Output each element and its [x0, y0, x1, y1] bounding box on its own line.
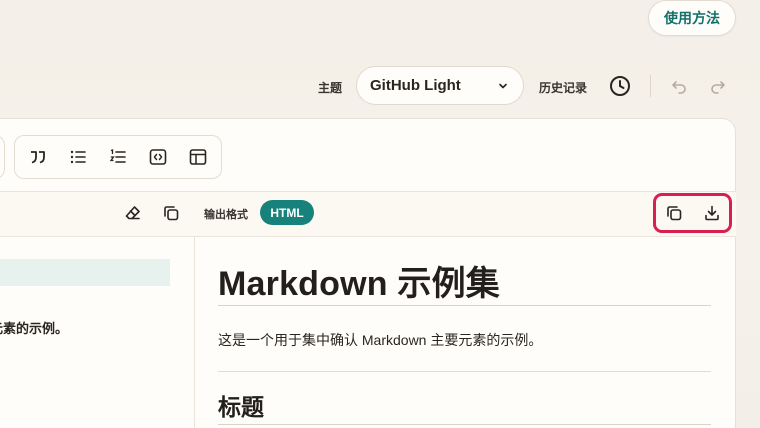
history-label: 历史记录	[539, 81, 588, 95]
preview-hr	[218, 371, 711, 372]
output-format-badge[interactable]: HTML	[260, 200, 314, 225]
bullet-list-icon[interactable]	[68, 147, 88, 167]
quote-icon[interactable]	[28, 147, 48, 167]
output-bar-divider	[0, 236, 736, 237]
table-icon[interactable]	[188, 147, 208, 167]
pane-divider[interactable]	[194, 237, 195, 428]
header-divider	[650, 75, 651, 97]
history-clock-icon[interactable]	[608, 74, 632, 98]
numbered-list-icon[interactable]	[108, 147, 128, 167]
code-block-icon[interactable]	[148, 147, 168, 167]
preview-heading-1: Markdown 示例集	[218, 265, 500, 303]
theme-select[interactable]: GitHub Light	[356, 66, 524, 105]
editor-text-line[interactable]: 元素的示例。	[0, 318, 68, 337]
preview-paragraph: 这是一个用于集中确认 Markdown 主要元素的示例。	[218, 332, 543, 348]
undo-icon[interactable]	[670, 77, 688, 95]
toolbar-group-partial	[0, 135, 5, 179]
output-bar	[0, 192, 736, 236]
output-format-label: 输出格式	[204, 209, 248, 221]
editor-active-line	[0, 259, 170, 286]
theme-label: 主题	[318, 81, 343, 95]
preview-h2-rule	[218, 424, 711, 425]
export-actions-highlight	[653, 193, 732, 233]
theme-select-value: GitHub Light	[370, 77, 461, 94]
eraser-icon[interactable]	[124, 204, 142, 222]
redo-icon[interactable]	[709, 77, 727, 95]
copy-editor-icon[interactable]	[162, 204, 180, 222]
chevron-down-icon	[497, 80, 509, 92]
help-button[interactable]: 使用方法	[648, 0, 736, 36]
preview-heading-2: 标题	[218, 394, 264, 420]
preview-h1-rule	[218, 305, 711, 306]
